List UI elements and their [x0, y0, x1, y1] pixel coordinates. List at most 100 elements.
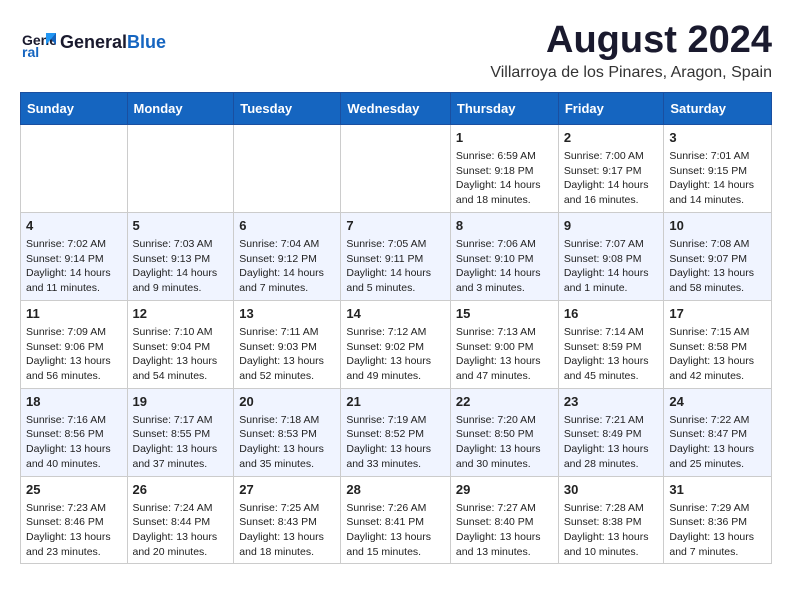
day-number: 12 — [133, 305, 229, 323]
day-info: Sunrise: 7:10 AMSunset: 9:04 PMDaylight:… — [133, 325, 229, 384]
day-number: 9 — [564, 217, 659, 235]
calendar-cell: 12 Sunrise: 7:10 AMSunset: 9:04 PMDayligh… — [127, 300, 234, 388]
day-info: Sunrise: 7:09 AMSunset: 9:06 PMDaylight:… — [26, 325, 122, 384]
calendar-body: 1Sunrise: 6:59 AMSunset: 9:18 PMDaylight… — [21, 124, 772, 564]
day-info: Sunrise: 7:20 AMSunset: 8:50 PMDaylight:… — [456, 413, 553, 472]
day-info: Sunrise: 7:01 AMSunset: 9:15 PMDaylight:… — [669, 149, 766, 208]
day-info: Sunrise: 7:15 AMSunset: 8:58 PMDaylight:… — [669, 325, 766, 384]
calendar-cell: 26Sunrise: 7:24 AMSunset: 8:44 PMDayligh… — [127, 476, 234, 564]
main-title: August 2024 — [490, 20, 772, 62]
day-info: Sunrise: 7:05 AMSunset: 9:11 PMDaylight:… — [346, 237, 445, 296]
logo: Gene ral GeneralBlue — [20, 25, 166, 61]
day-info: Sunrise: 7:24 AMSunset: 8:44 PMDaylight:… — [133, 501, 229, 560]
calendar-cell: 3 Sunrise: 7:01 AMSunset: 9:15 PMDaylight… — [664, 124, 772, 212]
day-info: Sunrise: 7:19 AMSunset: 8:52 PMDaylight:… — [346, 413, 445, 472]
day-number: 3 — [669, 129, 766, 147]
calendar-cell — [234, 124, 341, 212]
day-info: Sunrise: 7:07 AMSunset: 9:08 PMDaylight:… — [564, 237, 659, 296]
logo-line1: GeneralBlue — [60, 33, 166, 53]
calendar-cell: 8Sunrise: 7:06 AMSunset: 9:10 PMDaylight… — [450, 212, 558, 300]
calendar-cell: 31Sunrise: 7:29 AMSunset: 8:36 PMDayligh… — [664, 476, 772, 564]
calendar-cell: 9 Sunrise: 7:07 AMSunset: 9:08 PMDaylight… — [558, 212, 664, 300]
week-row-2: 4 Sunrise: 7:02 AMSunset: 9:14 PMDaylight… — [21, 212, 772, 300]
day-info: Sunrise: 7:06 AMSunset: 9:10 PMDaylight:… — [456, 237, 553, 296]
calendar-cell: 21Sunrise: 7:19 AMSunset: 8:52 PMDayligh… — [341, 388, 451, 476]
day-number: 17 — [669, 305, 766, 323]
day-info: Sunrise: 7:29 AMSunset: 8:36 PMDaylight:… — [669, 501, 766, 560]
day-info: Sunrise: 7:22 AMSunset: 8:47 PMDaylight:… — [669, 413, 766, 472]
subtitle: Villarroya de los Pinares, Aragon, Spain — [490, 64, 772, 82]
calendar-cell: 24 Sunrise: 7:22 AMSunset: 8:47 PMDayligh… — [664, 388, 772, 476]
day-info: Sunrise: 7:26 AMSunset: 8:41 PMDaylight:… — [346, 501, 445, 560]
calendar-cell: 18Sunrise: 7:16 AMSunset: 8:56 PMDayligh… — [21, 388, 128, 476]
day-info: Sunrise: 7:11 AMSunset: 9:03 PMDaylight:… — [239, 325, 335, 384]
week-row-3: 11 Sunrise: 7:09 AMSunset: 9:06 PMDayligh… — [21, 300, 772, 388]
calendar-cell — [21, 124, 128, 212]
calendar-cell: 22 Sunrise: 7:20 AMSunset: 8:50 PMDayligh… — [450, 388, 558, 476]
day-number: 25 — [26, 481, 122, 499]
day-number: 4 — [26, 217, 122, 235]
day-info: Sunrise: 7:25 AMSunset: 8:43 PMDaylight:… — [239, 501, 335, 560]
day-number: 2 — [564, 129, 659, 147]
calendar-cell: 1Sunrise: 6:59 AMSunset: 9:18 PMDaylight… — [450, 124, 558, 212]
logo-icon: Gene ral — [20, 25, 56, 61]
day-number: 23 — [564, 393, 659, 411]
svg-text:ral: ral — [22, 44, 39, 60]
day-number: 5 — [133, 217, 229, 235]
calendar-cell: 16Sunrise: 7:14 AMSunset: 8:59 PMDayligh… — [558, 300, 664, 388]
day-info: Sunrise: 7:02 AMSunset: 9:14 PMDaylight:… — [26, 237, 122, 296]
day-info: Sunrise: 7:23 AMSunset: 8:46 PMDaylight:… — [26, 501, 122, 560]
day-number: 19 — [133, 393, 229, 411]
calendar-cell — [341, 124, 451, 212]
calendar-cell: 20Sunrise: 7:18 AMSunset: 8:53 PMDayligh… — [234, 388, 341, 476]
calendar-cell: 5Sunrise: 7:03 AMSunset: 9:13 PMDaylight… — [127, 212, 234, 300]
calendar-header-row: SundayMondayTuesdayWednesdayThursdayFrid… — [21, 92, 772, 124]
day-info: Sunrise: 7:13 AMSunset: 9:00 PMDaylight:… — [456, 325, 553, 384]
day-number: 15 — [456, 305, 553, 323]
calendar-cell: 25 Sunrise: 7:23 AMSunset: 8:46 PMDayligh… — [21, 476, 128, 564]
day-number: 11 — [26, 305, 122, 323]
day-number: 7 — [346, 217, 445, 235]
calendar-cell: 11 Sunrise: 7:09 AMSunset: 9:06 PMDayligh… — [21, 300, 128, 388]
calendar-cell: 29Sunrise: 7:27 AMSunset: 8:40 PMDayligh… — [450, 476, 558, 564]
calendar-cell: 6Sunrise: 7:04 AMSunset: 9:12 PMDaylight… — [234, 212, 341, 300]
day-info: Sunrise: 7:21 AMSunset: 8:49 PMDaylight:… — [564, 413, 659, 472]
week-row-5: 25 Sunrise: 7:23 AMSunset: 8:46 PMDayligh… — [21, 476, 772, 564]
day-number: 28 — [346, 481, 445, 499]
calendar-cell: 7 Sunrise: 7:05 AMSunset: 9:11 PMDaylight… — [341, 212, 451, 300]
calendar-cell — [127, 124, 234, 212]
day-number: 27 — [239, 481, 335, 499]
day-number: 1 — [456, 129, 553, 147]
day-number: 22 — [456, 393, 553, 411]
day-info: Sunrise: 7:04 AMSunset: 9:12 PMDaylight:… — [239, 237, 335, 296]
calendar-cell: 28 Sunrise: 7:26 AMSunset: 8:41 PMDayligh… — [341, 476, 451, 564]
col-header-wednesday: Wednesday — [341, 92, 451, 124]
day-info: Sunrise: 7:08 AMSunset: 9:07 PMDaylight:… — [669, 237, 766, 296]
day-info: Sunrise: 7:16 AMSunset: 8:56 PMDaylight:… — [26, 413, 122, 472]
calendar-cell: 15 Sunrise: 7:13 AMSunset: 9:00 PMDayligh… — [450, 300, 558, 388]
calendar-cell: 14Sunrise: 7:12 AMSunset: 9:02 PMDayligh… — [341, 300, 451, 388]
title-block: August 2024 Villarroya de los Pinares, A… — [490, 20, 772, 82]
col-header-friday: Friday — [558, 92, 664, 124]
col-header-monday: Monday — [127, 92, 234, 124]
calendar-cell: 2 Sunrise: 7:00 AMSunset: 9:17 PMDaylight… — [558, 124, 664, 212]
col-header-tuesday: Tuesday — [234, 92, 341, 124]
calendar-cell: 19Sunrise: 7:17 AMSunset: 8:55 PMDayligh… — [127, 388, 234, 476]
calendar-cell: 4 Sunrise: 7:02 AMSunset: 9:14 PMDaylight… — [21, 212, 128, 300]
calendar-cell: 17 Sunrise: 7:15 AMSunset: 8:58 PMDayligh… — [664, 300, 772, 388]
calendar-cell: 30 Sunrise: 7:28 AMSunset: 8:38 PMDayligh… — [558, 476, 664, 564]
day-info: Sunrise: 7:28 AMSunset: 8:38 PMDaylight:… — [564, 501, 659, 560]
col-header-sunday: Sunday — [21, 92, 128, 124]
day-number: 10 — [669, 217, 766, 235]
col-header-saturday: Saturday — [664, 92, 772, 124]
week-row-4: 18Sunrise: 7:16 AMSunset: 8:56 PMDayligh… — [21, 388, 772, 476]
day-info: Sunrise: 7:00 AMSunset: 9:17 PMDaylight:… — [564, 149, 659, 208]
week-row-1: 1Sunrise: 6:59 AMSunset: 9:18 PMDaylight… — [21, 124, 772, 212]
day-number: 30 — [564, 481, 659, 499]
day-number: 24 — [669, 393, 766, 411]
calendar-cell: 27 Sunrise: 7:25 AMSunset: 8:43 PMDayligh… — [234, 476, 341, 564]
page-header: Gene ral GeneralBlue August 2024 Villarr… — [20, 20, 772, 82]
calendar-cell: 23 Sunrise: 7:21 AMSunset: 8:49 PMDayligh… — [558, 388, 664, 476]
day-number: 14 — [346, 305, 445, 323]
day-info: Sunrise: 7:18 AMSunset: 8:53 PMDaylight:… — [239, 413, 335, 472]
